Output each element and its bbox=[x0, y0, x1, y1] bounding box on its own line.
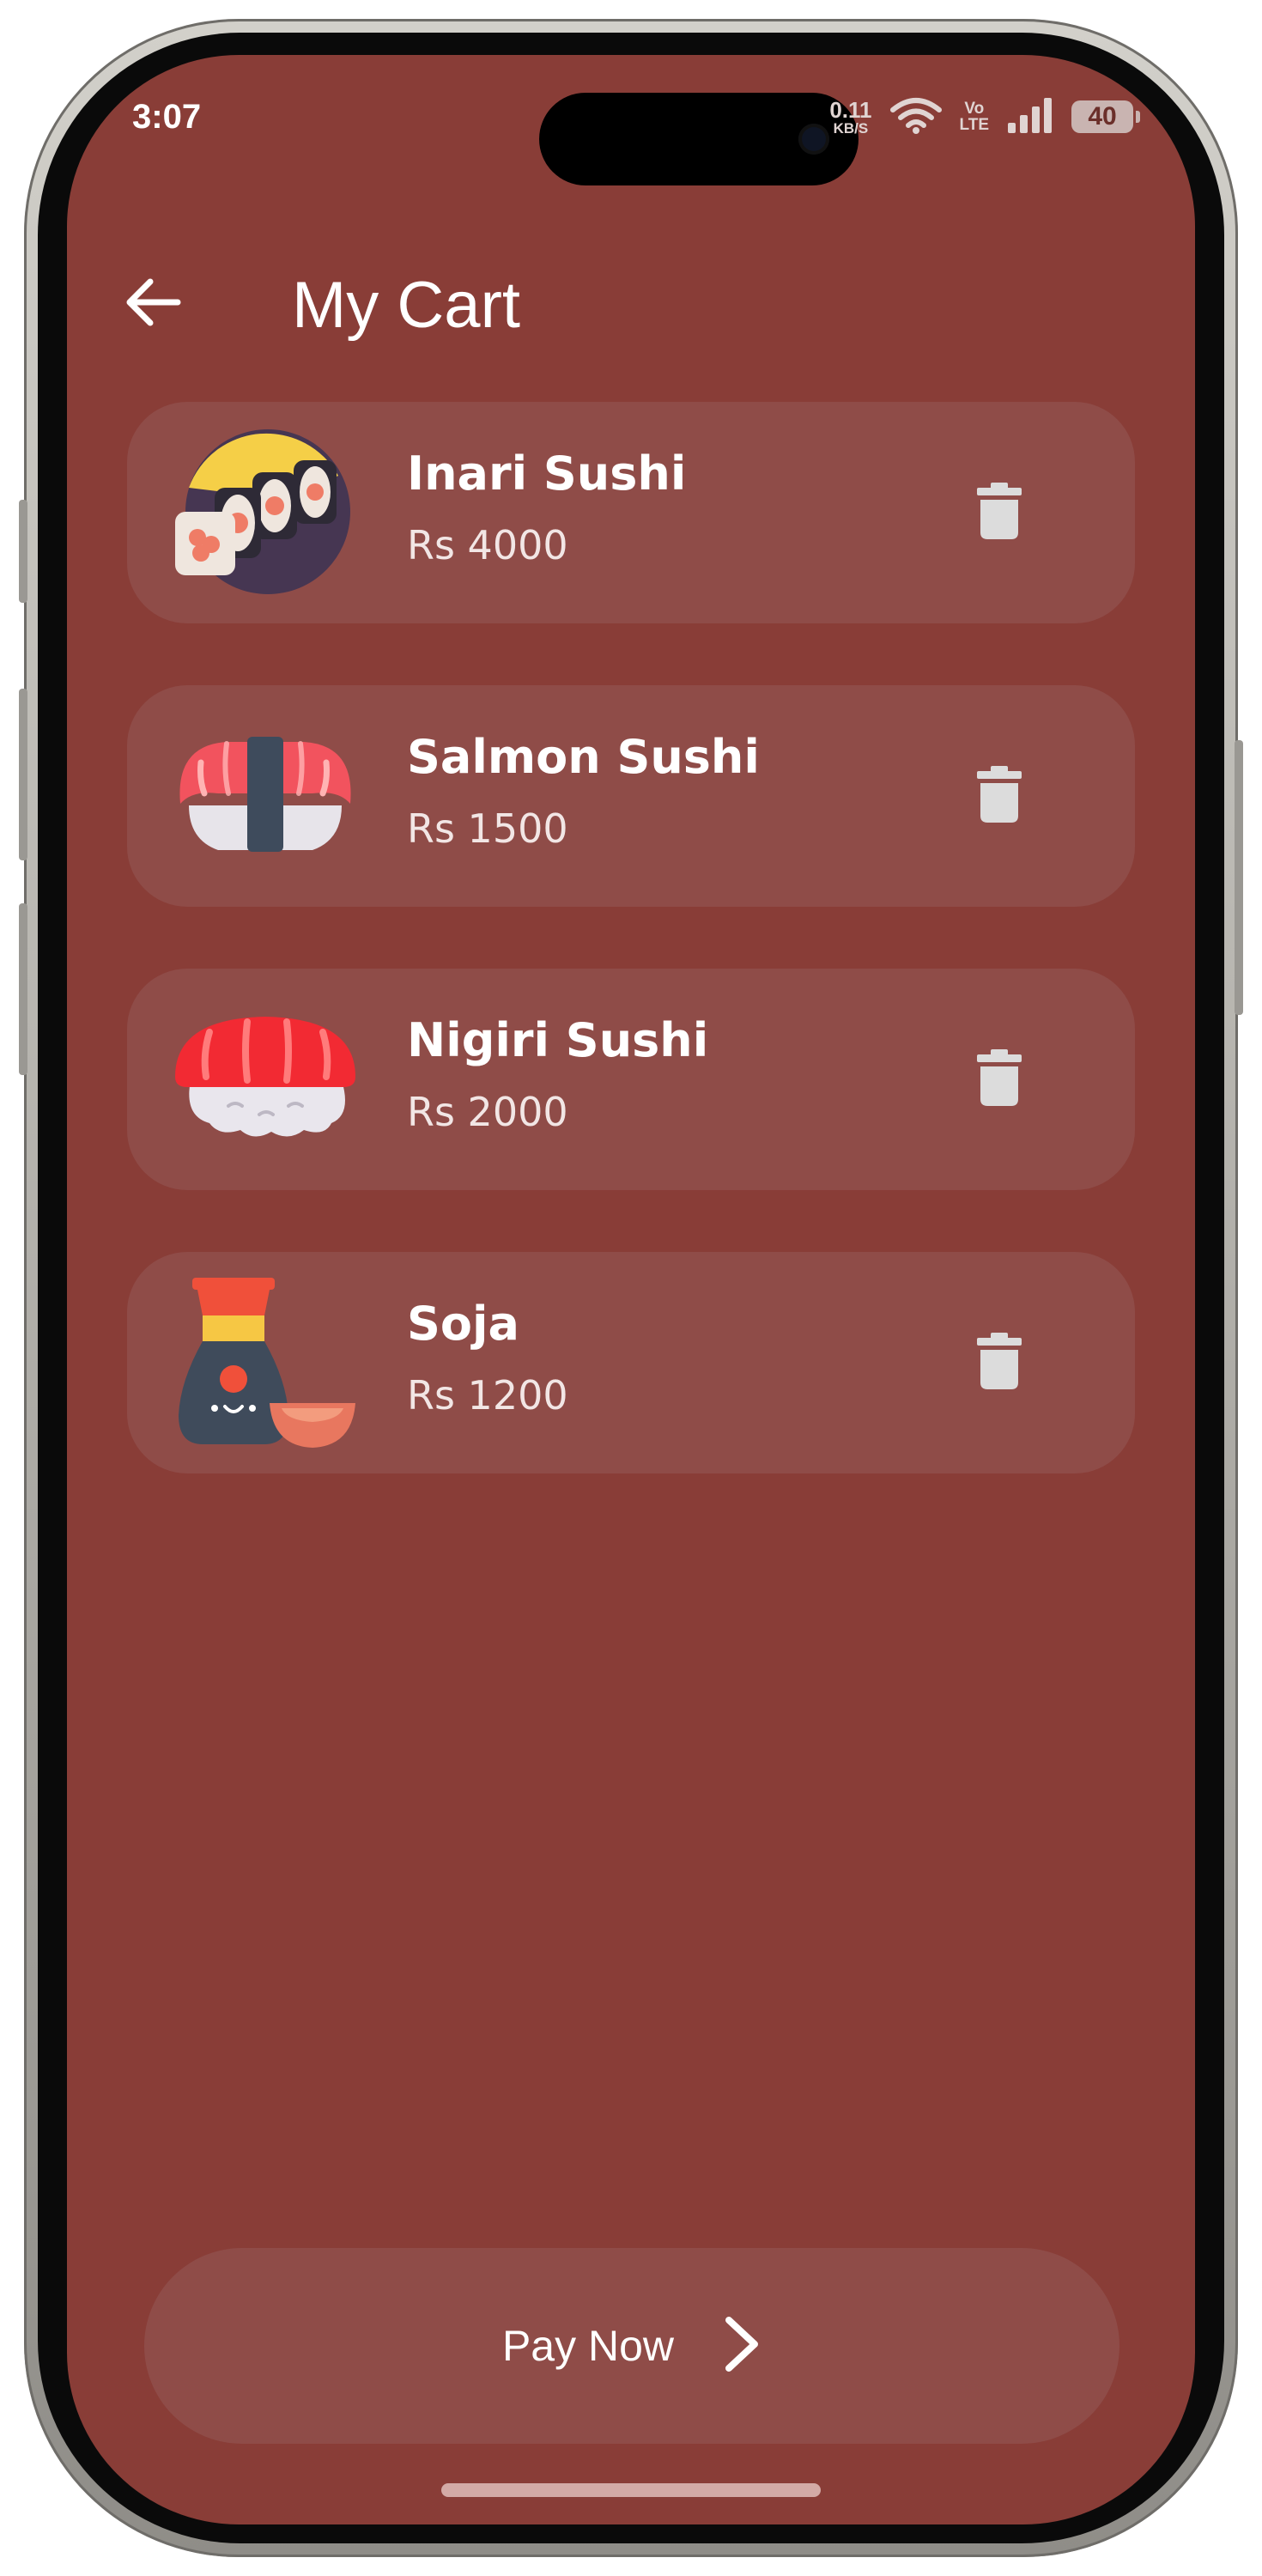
arrow-left-icon bbox=[124, 277, 181, 331]
trash-icon bbox=[977, 483, 1022, 543]
delete-button[interactable] bbox=[965, 1324, 1034, 1401]
item-name: Nigiri Sushi bbox=[407, 1013, 709, 1067]
signal-icon bbox=[1006, 97, 1054, 137]
wifi-icon bbox=[889, 96, 943, 137]
dynamic-island bbox=[539, 93, 859, 185]
volume-down-button bbox=[19, 903, 27, 1075]
status-time: 3:07 bbox=[132, 98, 202, 136]
battery-icon: 40 bbox=[1071, 100, 1140, 133]
volume-up-button bbox=[19, 689, 27, 860]
back-button[interactable] bbox=[118, 270, 187, 338]
action-button bbox=[19, 500, 27, 603]
cart-item: Soja Rs 1200 bbox=[127, 1252, 1135, 1473]
delete-button[interactable] bbox=[965, 1041, 1034, 1118]
cart-item: Nigiri Sushi Rs 2000 bbox=[127, 969, 1135, 1190]
status-icons: 0.11 KB/S Vo LTE 40 bbox=[829, 96, 1140, 137]
sushi-roll-icon bbox=[175, 428, 355, 599]
delete-button[interactable] bbox=[965, 757, 1034, 835]
pay-now-button[interactable]: Pay Now bbox=[144, 2248, 1119, 2444]
salmon-sushi-icon bbox=[175, 711, 355, 883]
volte-top: Vo bbox=[964, 100, 985, 118]
chevron-right-icon bbox=[724, 2315, 761, 2377]
page-title: My Cart bbox=[292, 269, 520, 342]
trash-icon bbox=[977, 766, 1022, 826]
network-speed-value: 0.11 bbox=[829, 96, 872, 123]
network-speed-unit: KB/S bbox=[833, 119, 869, 137]
volte-bottom: LTE bbox=[959, 116, 989, 134]
power-button bbox=[1235, 740, 1243, 1015]
delete-button[interactable] bbox=[965, 474, 1034, 551]
soy-sauce-icon bbox=[175, 1278, 355, 1449]
item-price: Rs 4000 bbox=[407, 522, 568, 568]
home-indicator[interactable] bbox=[441, 2483, 821, 2497]
item-price: Rs 1200 bbox=[407, 1372, 568, 1419]
app-header: My Cart bbox=[67, 252, 1195, 355]
battery-level: 40 bbox=[1088, 102, 1117, 131]
nigiri-sushi-icon bbox=[175, 994, 355, 1166]
trash-icon bbox=[977, 1333, 1022, 1393]
camera-icon bbox=[798, 124, 829, 155]
item-name: Inari Sushi bbox=[407, 447, 687, 501]
trash-icon bbox=[977, 1049, 1022, 1109]
item-name: Salmon Sushi bbox=[407, 730, 760, 784]
item-price: Rs 1500 bbox=[407, 805, 568, 852]
volte-indicator: Vo LTE bbox=[960, 100, 989, 133]
cart-item: Salmon Sushi Rs 1500 bbox=[127, 685, 1135, 907]
item-name: Soja bbox=[407, 1297, 519, 1351]
cart-list: Inari Sushi Rs 4000 Salmon Sushi Rs 1500… bbox=[127, 402, 1135, 1535]
cart-item: Inari Sushi Rs 4000 bbox=[127, 402, 1135, 623]
pay-now-label: Pay Now bbox=[501, 2322, 675, 2370]
item-price: Rs 2000 bbox=[407, 1089, 568, 1135]
network-speed: 0.11 KB/S bbox=[829, 99, 871, 136]
app-screen: 3:07 0.11 KB/S Vo LTE 40 My Cart Inari S… bbox=[67, 55, 1195, 2524]
